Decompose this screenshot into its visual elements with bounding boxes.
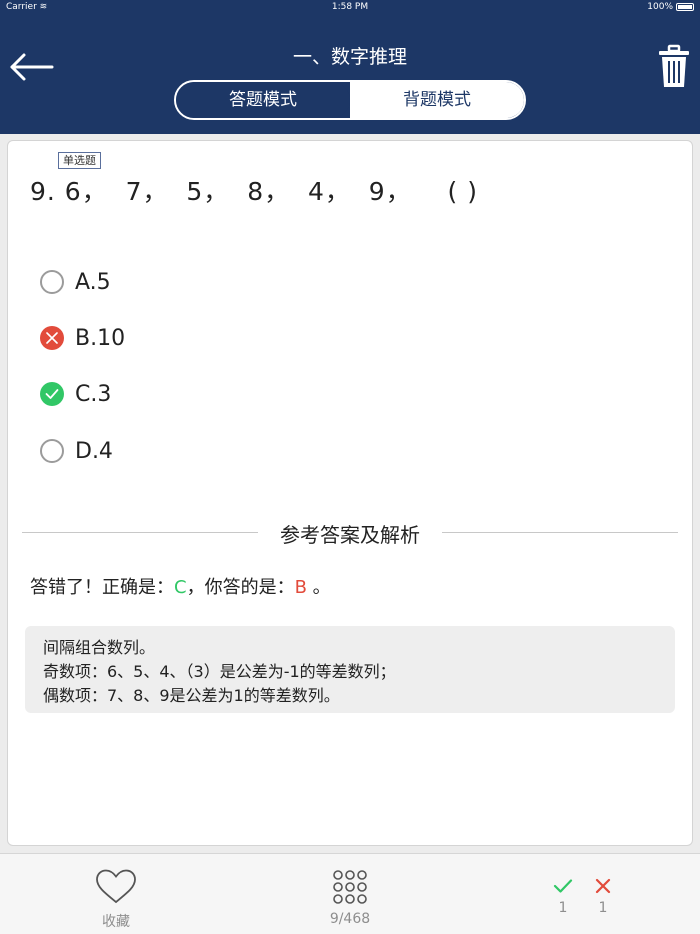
check-icon [553, 879, 573, 893]
answer-result: 答错了！正确是：C，你答的是：B 。 [30, 577, 331, 598]
progress-label: 9/468 [329, 911, 371, 927]
radio-empty-icon [40, 270, 64, 294]
explanation-line: 偶数项：7、8、9是公差为1的等差数列。 [43, 686, 340, 705]
status-time: 1:58 PM [331, 2, 369, 12]
correct-answer: C [174, 577, 187, 598]
correct-count: 1 [548, 854, 578, 934]
question-text: 9. 6， 7， 5， 8， 4， 9， ( ) [30, 177, 478, 206]
battery-indicator: 100% [647, 0, 694, 14]
delete-button[interactable] [658, 44, 690, 90]
cross-icon [595, 878, 611, 894]
explanation-box: 间隔组合数列。 奇数项：6、5、4、（3）是公差为-1的等差数列； 偶数项：7、… [25, 626, 675, 713]
page-title: 一、数字推理 [292, 46, 407, 68]
option-c[interactable]: C.3 [40, 379, 111, 409]
question-index-button[interactable]: 9/468 [320, 854, 380, 934]
explanation-line: 间隔组合数列。 [43, 638, 156, 657]
mode-switch: 答题模式 背题模式 [174, 80, 526, 120]
tab-answer-mode[interactable]: 答题模式 [176, 82, 350, 118]
battery-icon [676, 3, 694, 11]
analysis-title: 参考答案及解析 [280, 523, 420, 547]
heart-icon [96, 869, 136, 904]
question-type-badge: 单选题 [58, 152, 101, 169]
option-a[interactable]: A.5 [40, 267, 111, 297]
bottom-toolbar: 收藏 9/468 1 1 [0, 853, 700, 934]
option-label: B.10 [75, 325, 126, 351]
favorite-button[interactable]: 收藏 [86, 854, 146, 934]
option-label: D.4 [75, 438, 113, 464]
question-card [7, 140, 693, 846]
wrong-count-value: 1 [598, 900, 608, 916]
trash-icon [659, 44, 689, 87]
status-bar: Carrier ≋ 1:58 PM 100% [0, 0, 700, 14]
option-label: C.3 [75, 381, 112, 407]
radio-empty-icon [40, 439, 64, 463]
option-b[interactable]: B.10 [40, 323, 125, 353]
wrong-count: 1 [588, 854, 618, 934]
battery-percent: 100% [647, 2, 673, 12]
your-answer: B [294, 577, 307, 598]
favorite-label: 收藏 [102, 914, 130, 930]
tab-memorize-mode[interactable]: 背题模式 [350, 82, 524, 118]
correct-count-value: 1 [558, 900, 568, 916]
check-mark-icon [40, 382, 64, 406]
option-d[interactable]: D.4 [40, 436, 113, 466]
option-label: A.5 [75, 269, 111, 295]
nav-header: 一、数字推理 答题模式 背题模式 [0, 14, 700, 134]
wrong-mark-icon [40, 326, 64, 350]
explanation-line: 奇数项：6、5、4、（3）是公差为-1的等差数列； [43, 662, 396, 681]
grid-icon [333, 870, 367, 904]
